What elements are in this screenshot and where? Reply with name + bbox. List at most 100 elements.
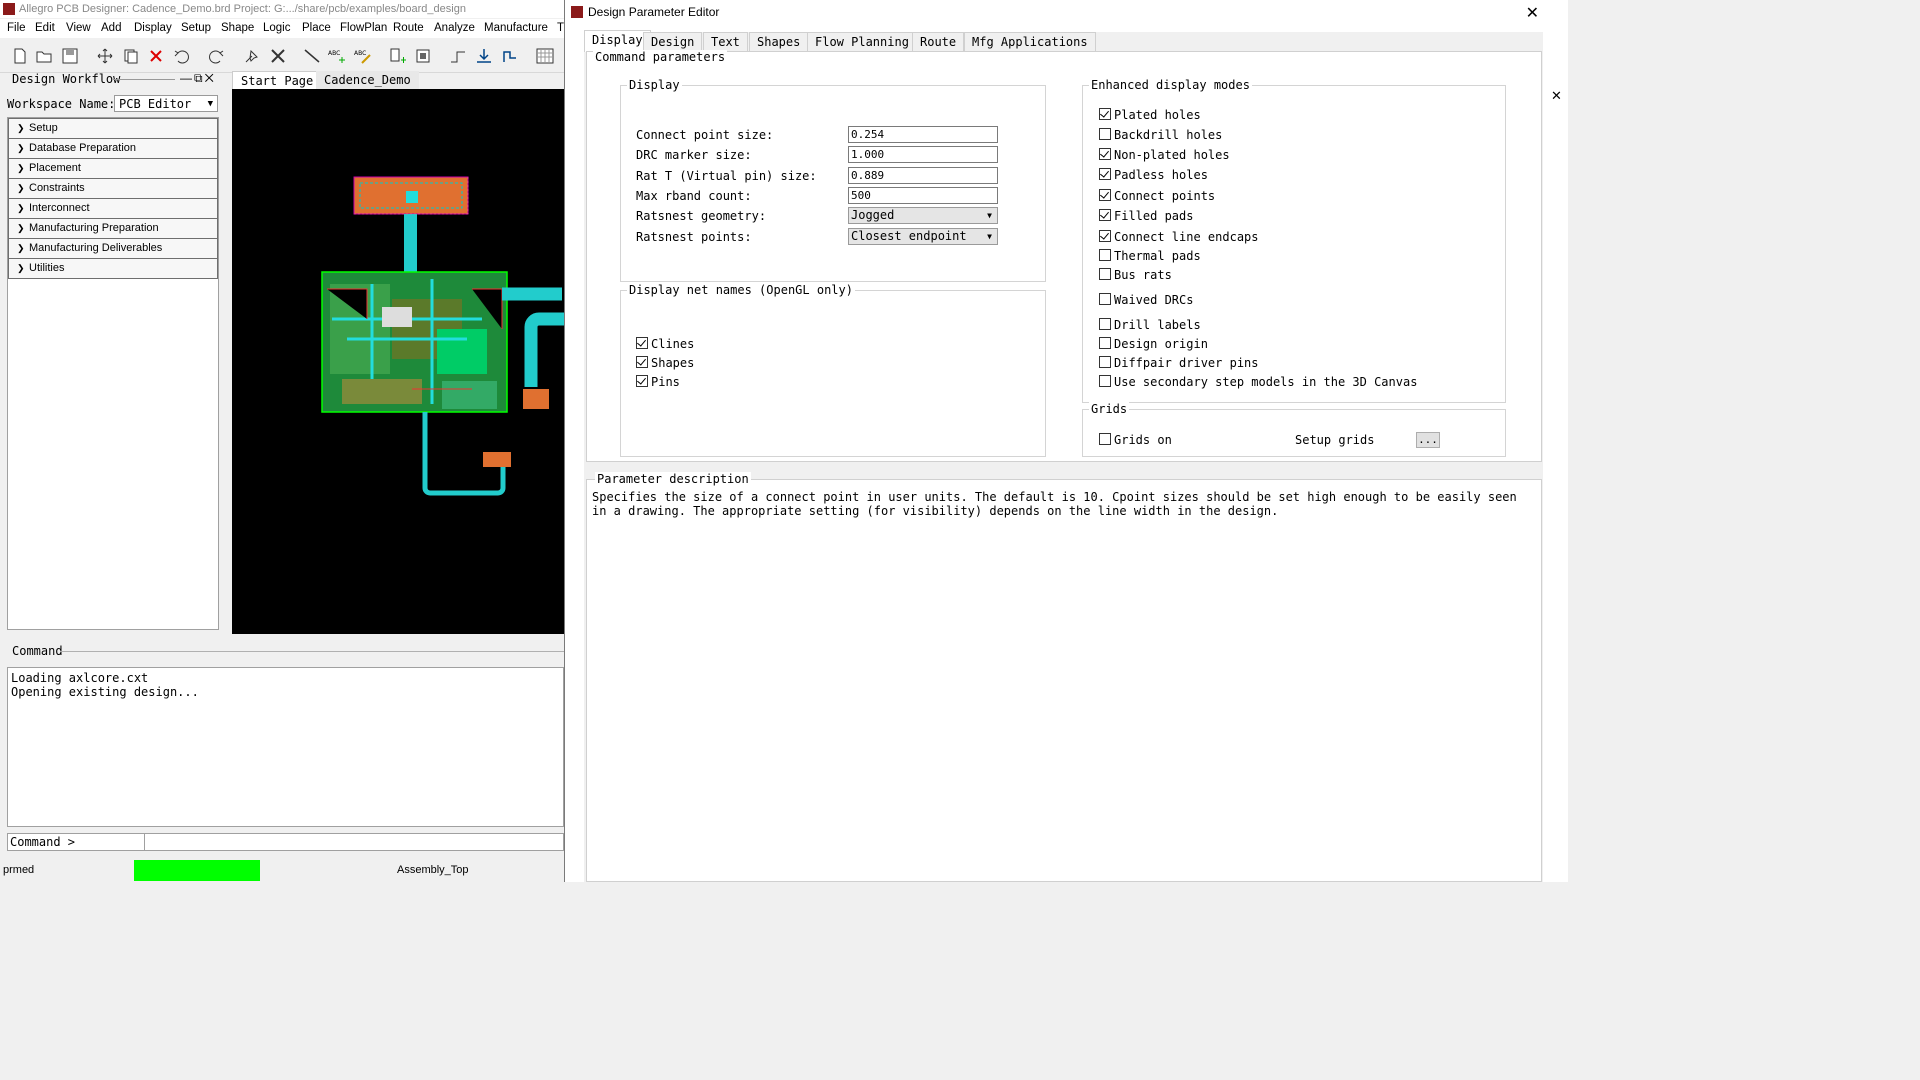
connect-line-endcaps-checkbox[interactable]: Connect line endcaps xyxy=(1099,230,1259,244)
ratsnest-points-select[interactable]: Closest endpoint ▼ xyxy=(848,228,998,245)
checkbox-label: Thermal pads xyxy=(1114,249,1201,263)
connect-point-size-field[interactable]: 0.254 xyxy=(848,126,998,143)
tab-display[interactable]: Display xyxy=(584,30,651,52)
tab-start-page[interactable]: Start Page xyxy=(232,71,323,90)
open-folder-icon[interactable] xyxy=(34,47,54,65)
workflow-item-database-preparation[interactable]: ❯ Database Preparation xyxy=(8,139,218,159)
plated-holes-checkbox[interactable]: Plated holes xyxy=(1099,108,1201,122)
redo-icon[interactable] xyxy=(206,47,226,65)
save-icon[interactable] xyxy=(60,47,80,65)
chevron-right-icon: ❯ xyxy=(17,203,25,213)
rat-t-size-label: Rat T (Virtual pin) size: xyxy=(636,169,817,183)
menu-add[interactable]: Add xyxy=(101,19,121,38)
rat-t-size-field[interactable]: 0.889 xyxy=(848,167,998,184)
component-icon[interactable] xyxy=(413,47,433,65)
dialog-title: Design Parameter Editor xyxy=(588,5,720,19)
workflow-item-interconnect[interactable]: ❯ Interconnect xyxy=(8,199,218,219)
secondary-step-models-checkbox[interactable]: Use secondary step models in the 3D Canv… xyxy=(1099,375,1417,389)
bus-rats-checkbox[interactable]: Bus rats xyxy=(1099,268,1172,282)
checkbox-label: Bus rats xyxy=(1114,268,1172,282)
checkbox-label: Diffpair driver pins xyxy=(1114,356,1259,370)
grid-icon[interactable] xyxy=(535,47,555,65)
close-icon[interactable]: ✕ xyxy=(1526,3,1539,23)
clines-checkbox[interactable]: Clines xyxy=(636,337,694,351)
restore-icon[interactable]: ⧉ xyxy=(194,71,205,85)
add-line-icon[interactable] xyxy=(302,47,322,65)
connect-points-checkbox[interactable]: Connect points xyxy=(1099,189,1215,203)
workflow-item-label: Manufacturing Preparation xyxy=(29,222,159,234)
design-origin-checkbox[interactable]: Design origin xyxy=(1099,337,1208,351)
waived-drcs-checkbox[interactable]: Waived DRCs xyxy=(1099,293,1193,307)
menu-file[interactable]: File xyxy=(7,19,26,38)
menu-setup[interactable]: Setup xyxy=(181,19,211,38)
tab-route[interactable]: Route xyxy=(912,32,965,52)
add-text-icon[interactable]: ABC xyxy=(327,47,347,65)
padless-holes-checkbox[interactable]: Padless holes xyxy=(1099,168,1208,182)
checkbox-box xyxy=(1099,128,1111,140)
pins-checkbox[interactable]: Pins xyxy=(636,375,680,389)
allegro-logo-icon xyxy=(571,6,583,18)
workspace-name-select[interactable]: PCB Editor ▼ xyxy=(114,95,218,112)
tab-cadence-demo[interactable]: Cadence_Demo xyxy=(316,71,419,89)
copy-icon[interactable] xyxy=(121,47,141,65)
workflow-item-label: Constraints xyxy=(29,182,85,194)
edit-text-icon[interactable]: ABC xyxy=(353,47,373,65)
checkbox-label: Waived DRCs xyxy=(1114,293,1194,307)
route-icon[interactable] xyxy=(474,47,494,65)
workflow-item-placement[interactable]: ❯ Placement xyxy=(8,159,218,179)
design-parameter-editor-dialog: Design Parameter Editor ✕ Display Design… xyxy=(564,0,1548,882)
ratsnest-geometry-select[interactable]: Jogged ▼ xyxy=(848,207,998,224)
tab-design[interactable]: Design xyxy=(643,32,703,52)
shapes-checkbox[interactable]: Shapes xyxy=(636,356,694,370)
backdrill-holes-checkbox[interactable]: Backdrill holes xyxy=(1099,128,1222,142)
thermal-pads-checkbox[interactable]: Thermal pads xyxy=(1099,249,1201,263)
connect-icon[interactable] xyxy=(448,47,468,65)
pin-icon[interactable] xyxy=(242,47,262,65)
menu-manufacture[interactable]: Manufacture xyxy=(484,19,548,38)
workflow-item-setup[interactable]: ❯ Setup xyxy=(8,118,218,139)
menu-place[interactable]: Place xyxy=(302,19,331,38)
menu-display[interactable]: Display xyxy=(134,19,172,38)
workflow-item-utilities[interactable]: ❯ Utilities xyxy=(8,259,218,279)
tab-mfg-applications[interactable]: Mfg Applications xyxy=(964,32,1096,52)
place-component-icon[interactable] xyxy=(387,47,407,65)
pcb-design-canvas[interactable] xyxy=(232,89,564,634)
non-plated-holes-checkbox[interactable]: Non-plated holes xyxy=(1099,148,1230,162)
menu-view[interactable]: View xyxy=(66,19,91,38)
checkbox-label: Clines xyxy=(651,337,695,351)
max-rband-count-field[interactable]: 500 xyxy=(848,187,998,204)
minimize-icon[interactable]: — xyxy=(180,71,194,85)
close-icon[interactable]: ✕ xyxy=(205,71,216,85)
menu-shape[interactable]: Shape xyxy=(221,19,254,38)
menu-analyze[interactable]: Analyze xyxy=(434,19,475,38)
menu-route[interactable]: Route xyxy=(393,19,424,38)
workflow-item-manufacturing-preparation[interactable]: ❯ Manufacturing Preparation xyxy=(8,219,218,239)
workflow-item-manufacturing-deliverables[interactable]: ❯ Manufacturing Deliverables xyxy=(8,239,218,259)
slide-icon[interactable] xyxy=(500,47,520,65)
setup-grids-button[interactable]: ... xyxy=(1416,432,1440,448)
menu-tools[interactable]: T xyxy=(557,19,564,38)
diffpair-driver-pins-checkbox[interactable]: Diffpair driver pins xyxy=(1099,356,1259,370)
tab-flow-planning[interactable]: Flow Planning xyxy=(807,32,917,52)
filled-pads-checkbox[interactable]: Filled pads xyxy=(1099,209,1193,223)
move-icon[interactable] xyxy=(95,47,115,65)
menu-edit[interactable]: Edit xyxy=(35,19,55,38)
chevron-down-icon: ▼ xyxy=(207,99,213,109)
close-icon[interactable]: ✕ xyxy=(1551,88,1562,104)
drc-marker-size-field[interactable]: 1.000 xyxy=(848,146,998,163)
checkbox-box xyxy=(1099,189,1111,201)
undo-icon[interactable] xyxy=(172,47,192,65)
workflow-item-label: Manufacturing Deliverables xyxy=(29,242,163,254)
cut-icon[interactable] xyxy=(268,47,288,65)
command-input-bar[interactable]: Command > xyxy=(7,833,564,851)
tab-text[interactable]: Text xyxy=(703,32,748,52)
chevron-right-icon: ❯ xyxy=(17,263,25,273)
workflow-item-constraints[interactable]: ❯ Constraints xyxy=(8,179,218,199)
new-file-icon[interactable] xyxy=(10,47,30,65)
menu-logic[interactable]: Logic xyxy=(263,19,291,38)
menu-flowplan[interactable]: FlowPlan xyxy=(340,19,387,38)
delete-icon[interactable] xyxy=(146,47,166,65)
drill-labels-checkbox[interactable]: Drill labels xyxy=(1099,318,1201,332)
tab-shapes[interactable]: Shapes xyxy=(749,32,809,52)
grids-on-checkbox[interactable]: Grids on xyxy=(1099,433,1172,447)
